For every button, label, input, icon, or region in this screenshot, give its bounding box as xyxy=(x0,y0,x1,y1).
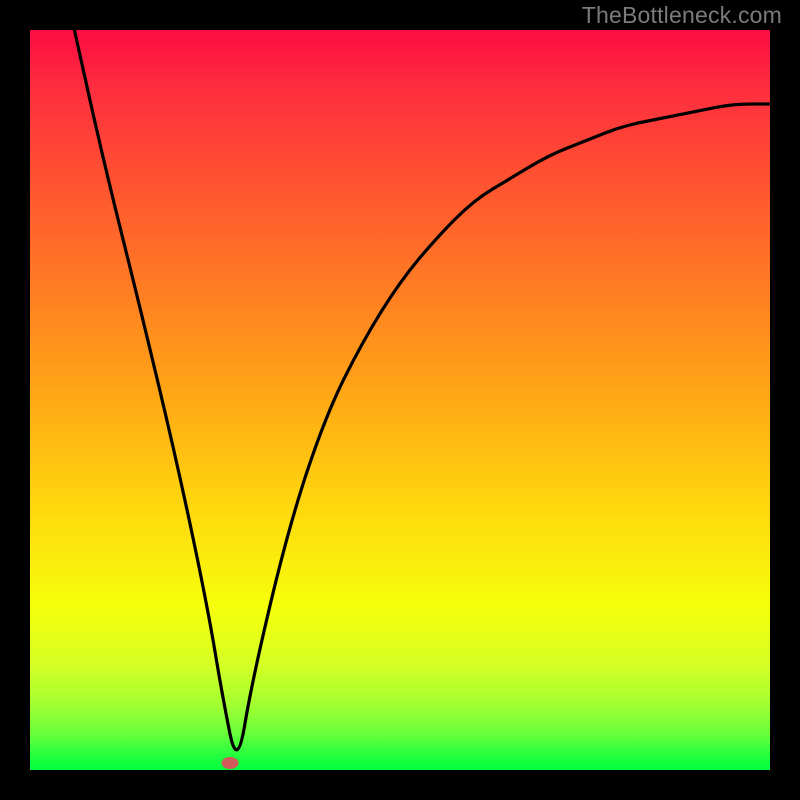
watermark-text: TheBottleneck.com xyxy=(582,2,782,29)
plot-area xyxy=(30,30,770,770)
chart-frame: TheBottleneck.com xyxy=(0,0,800,800)
bottleneck-curve xyxy=(30,30,770,770)
minimum-marker xyxy=(221,757,238,769)
